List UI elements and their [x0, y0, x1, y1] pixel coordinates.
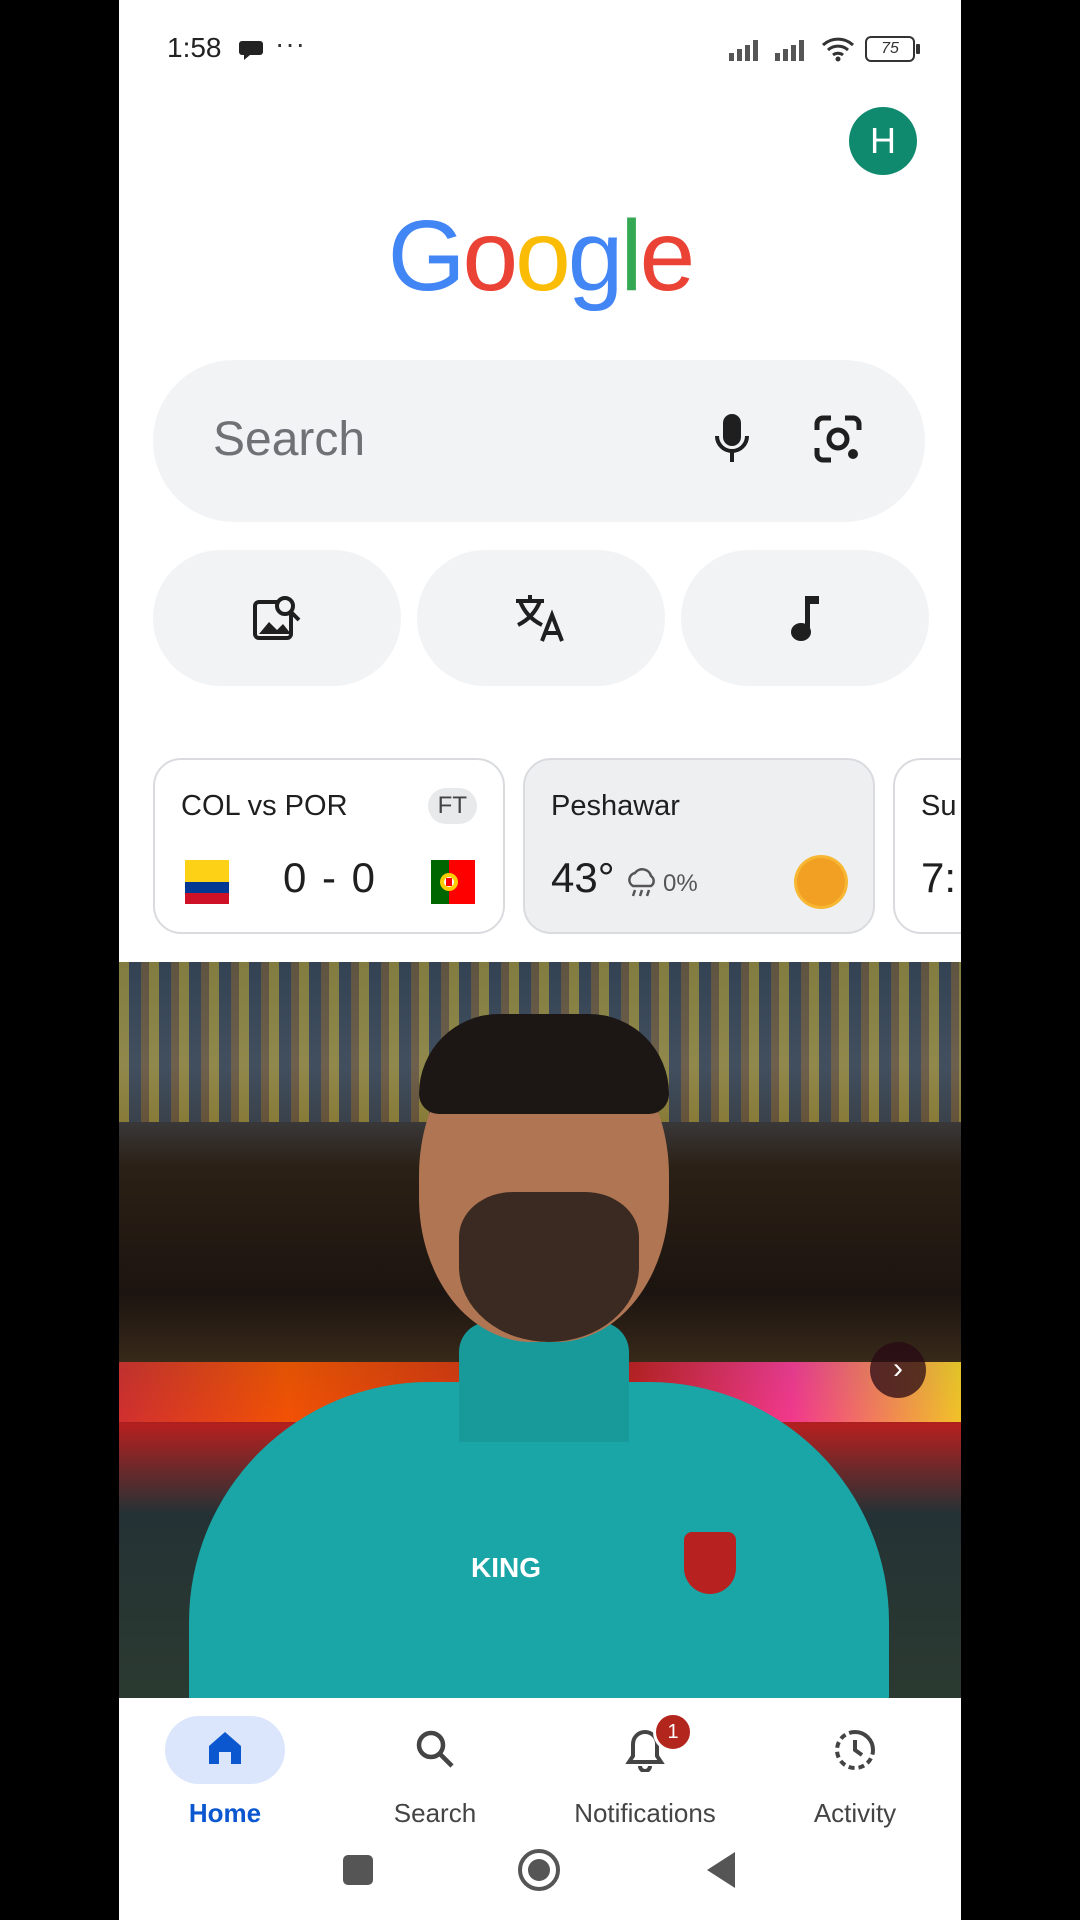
account-avatar[interactable]: H	[849, 107, 917, 175]
logo-letter: g	[567, 200, 624, 312]
status-bar: 1:58 ··· 75	[119, 0, 961, 100]
nav-notifications-label: Notifications	[574, 1798, 716, 1828]
match-score: 0 - 0	[283, 854, 378, 901]
partial-card[interactable]: Su 7:	[893, 758, 961, 934]
chat-bubble-icon	[239, 41, 263, 60]
nav-activity[interactable]: Activity	[751, 1708, 951, 1828]
recents-icon[interactable]	[340, 1852, 376, 1888]
jacket-brand-text: KING	[471, 1552, 541, 1583]
logo-letter: G	[387, 200, 466, 312]
back-icon[interactable]	[703, 1850, 739, 1890]
image-search-icon	[253, 596, 301, 640]
rain-cloud-icon	[628, 868, 655, 897]
weather-city: Peshawar	[551, 790, 680, 822]
quick-actions	[153, 550, 933, 688]
voice-search-icon[interactable]	[713, 412, 751, 466]
weather-card[interactable]: Peshawar 43° 0%	[523, 758, 875, 934]
search-input[interactable]: Search	[213, 412, 365, 467]
nav-activity-icon-wrap	[751, 1728, 959, 1774]
sun-icon	[797, 858, 845, 906]
nav-notifications-icon-wrap	[541, 1728, 749, 1774]
portugal-crest	[684, 1532, 736, 1594]
discover-hero-image[interactable]: KING ›	[119, 962, 961, 1698]
nav-home-label: Home	[188, 1798, 262, 1828]
more-notifications-icon: ···	[275, 28, 306, 59]
portugal-flag-icon	[431, 860, 475, 904]
search-icon	[416, 1730, 454, 1768]
logo-letter: o	[515, 200, 571, 312]
glance-cards: COL vs POR FT 0 - 0 Peshawar 43° 0% Su 7…	[153, 758, 961, 936]
logo-letter: l	[620, 200, 642, 312]
precip-value: 0%	[663, 870, 698, 897]
match-status-badge: FT	[427, 788, 477, 824]
system-navigation-bar	[119, 1838, 961, 1920]
translate-icon	[516, 595, 564, 642]
screen: 1:58 ··· 75 H Google Search COL vs POR F…	[119, 0, 961, 1920]
nav-search-icon-wrap	[331, 1728, 539, 1774]
nav-search-label: Search	[393, 1798, 477, 1828]
bottom-navigation: Home Search 1 Notifications Activity	[119, 1698, 961, 1838]
status-time: 1:58	[167, 32, 222, 63]
nav-search[interactable]: Search	[331, 1708, 531, 1828]
translate-button[interactable]	[417, 550, 665, 686]
signal-icon	[729, 40, 758, 61]
search-bar[interactable]: Search	[153, 360, 925, 522]
match-card[interactable]: COL vs POR FT 0 - 0	[153, 758, 505, 934]
image-search-button[interactable]	[153, 550, 401, 686]
nav-home[interactable]: Home	[121, 1708, 321, 1828]
logo-letter: e	[639, 200, 696, 312]
google-logo: Google	[119, 196, 961, 316]
weather-temperature: 43°	[551, 854, 615, 901]
partial-card-value: 7:	[921, 854, 957, 901]
music-note-icon	[791, 596, 819, 641]
music-search-button[interactable]	[681, 550, 929, 686]
battery-indicator: 75	[865, 36, 920, 62]
weather-precip: 0%	[625, 868, 698, 900]
nav-activity-label: Activity	[813, 1798, 897, 1828]
match-title: COL vs POR	[181, 790, 348, 822]
home-circle-icon[interactable]	[517, 1848, 561, 1892]
logo-letter: o	[462, 200, 519, 312]
player-hair	[419, 1014, 669, 1114]
home-icon	[209, 1732, 241, 1764]
wifi-icon	[821, 37, 855, 62]
player-beard	[459, 1192, 639, 1342]
activity-icon	[835, 1730, 875, 1770]
chevron-right-icon[interactable]: ›	[870, 1342, 926, 1398]
signal-icon-2	[775, 40, 804, 61]
nav-notifications[interactable]: 1 Notifications	[541, 1708, 741, 1828]
status-right: 75	[729, 36, 920, 62]
partial-card-title: Su	[921, 790, 957, 822]
google-lens-icon[interactable]	[813, 414, 863, 464]
notification-count-badge: 1	[653, 1712, 693, 1752]
nav-home-icon-wrap	[121, 1728, 329, 1774]
colombia-flag-icon	[185, 860, 229, 904]
